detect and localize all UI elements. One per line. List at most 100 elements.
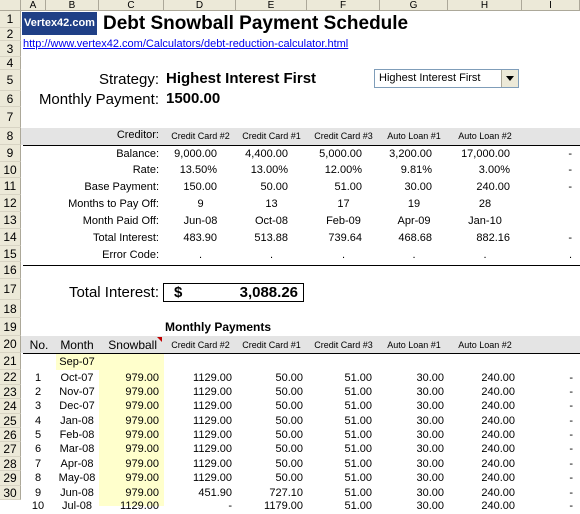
row-payment: 50.00 xyxy=(275,415,303,427)
row-payment: 51.00 xyxy=(344,458,372,470)
summary-value: Jan-10 xyxy=(468,215,502,227)
strategy-label: Strategy: xyxy=(98,71,159,88)
row-header-12[interactable]: 12 xyxy=(0,195,21,212)
row-payment: 50.00 xyxy=(275,429,303,441)
summary-label: Error Code: xyxy=(102,249,159,261)
summary-value: Apr-09 xyxy=(397,215,431,227)
row-extra: - xyxy=(569,400,573,412)
page-title: Debt Snowball Payment Schedule xyxy=(103,13,409,34)
row-header-4[interactable]: 4 xyxy=(0,57,21,70)
column-header-b[interactable]: B xyxy=(46,0,99,11)
table-row: 10 Jul-08 1129.00 - 1179.00 51.00 30.00 240.00 - xyxy=(21,500,580,514)
row-header-13[interactable]: 13 xyxy=(0,212,21,229)
row-header-26[interactable]: 26 xyxy=(0,428,21,442)
summary-value: 13.00% xyxy=(250,164,288,176)
currency-symbol: $ xyxy=(174,284,183,301)
row-header-9[interactable]: 9 xyxy=(0,145,21,162)
row-extra: - xyxy=(569,372,573,384)
creditor-header: Credit Card #1 xyxy=(242,131,301,141)
summary-value: 468.68 xyxy=(398,232,432,244)
row-header-16[interactable]: 16 xyxy=(0,262,21,279)
row-header-30[interactable]: 30 xyxy=(0,486,21,500)
column-header-a[interactable]: A xyxy=(21,0,46,11)
row-header-22[interactable]: 22 xyxy=(0,370,21,385)
row-payment: 50.00 xyxy=(275,400,303,412)
table-row: 1 Oct-07 979.00 1129.00 50.00 51.00 30.00 240.0… xyxy=(21,372,580,386)
comment-indicator-icon xyxy=(157,337,162,342)
row-header-21[interactable]: 21 xyxy=(0,353,21,370)
dropdown-button[interactable] xyxy=(501,70,518,87)
row-number: 5 xyxy=(34,429,42,441)
row-extra: - xyxy=(569,386,573,398)
summary-value: 13 xyxy=(265,198,278,210)
row-header-24[interactable]: 24 xyxy=(0,399,21,414)
column-header-g[interactable]: G xyxy=(380,0,448,11)
row-snowball: 979.00 xyxy=(125,386,159,398)
row-number: 1 xyxy=(34,372,42,384)
row-header-6[interactable]: 6 xyxy=(0,91,21,107)
row-snowball: 979.00 xyxy=(125,472,159,484)
summary-value: 30.00 xyxy=(404,181,432,193)
summary-value: 513.88 xyxy=(254,232,288,244)
summary-value: 17 xyxy=(337,198,350,210)
row-payment: 240.00 xyxy=(481,458,515,470)
row-month: Oct-07 xyxy=(60,372,94,384)
row-header-20[interactable]: 20 xyxy=(0,336,21,353)
row-header-10[interactable]: 10 xyxy=(0,162,21,178)
row-payment: 1129.00 xyxy=(193,429,232,441)
column-header-d[interactable]: D xyxy=(164,0,236,11)
row-header-14[interactable]: 14 xyxy=(0,229,21,246)
strategy-dropdown[interactable]: Highest Interest First xyxy=(374,69,519,88)
column-header-f[interactable]: F xyxy=(307,0,380,11)
row-month: May-08 xyxy=(58,472,96,484)
row-header-17[interactable]: 17 xyxy=(0,279,21,300)
row-header-25[interactable]: 25 xyxy=(0,414,21,428)
row-header-19[interactable]: 19 xyxy=(0,318,21,336)
table-row: 3 Dec-07 979.00 1129.00 50.00 51.00 30.00 240.0… xyxy=(21,400,580,414)
creditor-header: Auto Loan #2 xyxy=(458,131,512,141)
row-header-11[interactable]: 11 xyxy=(0,178,21,195)
row-payment: 51.00 xyxy=(344,400,372,412)
summary-value: 12.00% xyxy=(324,164,362,176)
row-payment: 30.00 xyxy=(416,458,444,470)
row-payment: 50.00 xyxy=(275,458,303,470)
row-payment: 240.00 xyxy=(481,400,515,412)
row-header-7[interactable]: 7 xyxy=(0,107,21,128)
column-header-e[interactable]: E xyxy=(236,0,307,11)
row-header-28[interactable]: 28 xyxy=(0,457,21,471)
row-extra: - xyxy=(569,472,573,484)
row-payment: 1179.00 xyxy=(264,500,303,512)
column-header-h[interactable]: H xyxy=(448,0,522,11)
row-header-29[interactable]: 29 xyxy=(0,471,21,486)
row-payment: 1129.00 xyxy=(193,386,232,398)
month-header: Month xyxy=(60,338,94,352)
row-header-23[interactable]: 23 xyxy=(0,385,21,399)
row-header-15[interactable]: 15 xyxy=(0,246,21,262)
column-header-c[interactable]: C xyxy=(99,0,164,11)
row-month: Jul-08 xyxy=(62,500,92,512)
row-header-18[interactable]: 18 xyxy=(0,300,21,318)
table-row: 8 May-08 979.00 1129.00 50.00 51.00 30.00 240.0… xyxy=(21,472,580,486)
summary-value: . xyxy=(198,249,203,261)
strategy-value: Highest Interest First xyxy=(166,70,317,87)
row-header-3[interactable]: 3 xyxy=(0,41,21,57)
row-month: Apr-08 xyxy=(60,458,94,470)
schedule-creditor-header: Credit Card #3 xyxy=(314,340,373,350)
row-header-1[interactable]: 1 xyxy=(0,11,21,28)
row-header-2[interactable]: 2 xyxy=(0,28,21,41)
chevron-down-icon xyxy=(506,76,514,81)
column-header-i[interactable]: I xyxy=(522,0,580,11)
row-payment: 240.00 xyxy=(481,472,515,484)
row-header-5[interactable]: 5 xyxy=(0,70,21,91)
summary-value: 13.50% xyxy=(179,164,217,176)
row-payment: 51.00 xyxy=(344,500,372,512)
summary-value: 3.00% xyxy=(478,164,510,176)
row-header-8[interactable]: 8 xyxy=(0,128,21,145)
row-payment: 1129.00 xyxy=(193,415,232,427)
select-all-corner[interactable] xyxy=(0,0,21,11)
calculator-link[interactable]: http://www.vertex42.com/Calculators/debt… xyxy=(23,38,348,50)
monthly-payment-value[interactable]: 1500.00 xyxy=(166,90,220,107)
monthly-payment-label: Monthly Payment: xyxy=(38,91,159,108)
summary-extra: - xyxy=(568,148,572,160)
row-header-27[interactable]: 27 xyxy=(0,442,21,457)
